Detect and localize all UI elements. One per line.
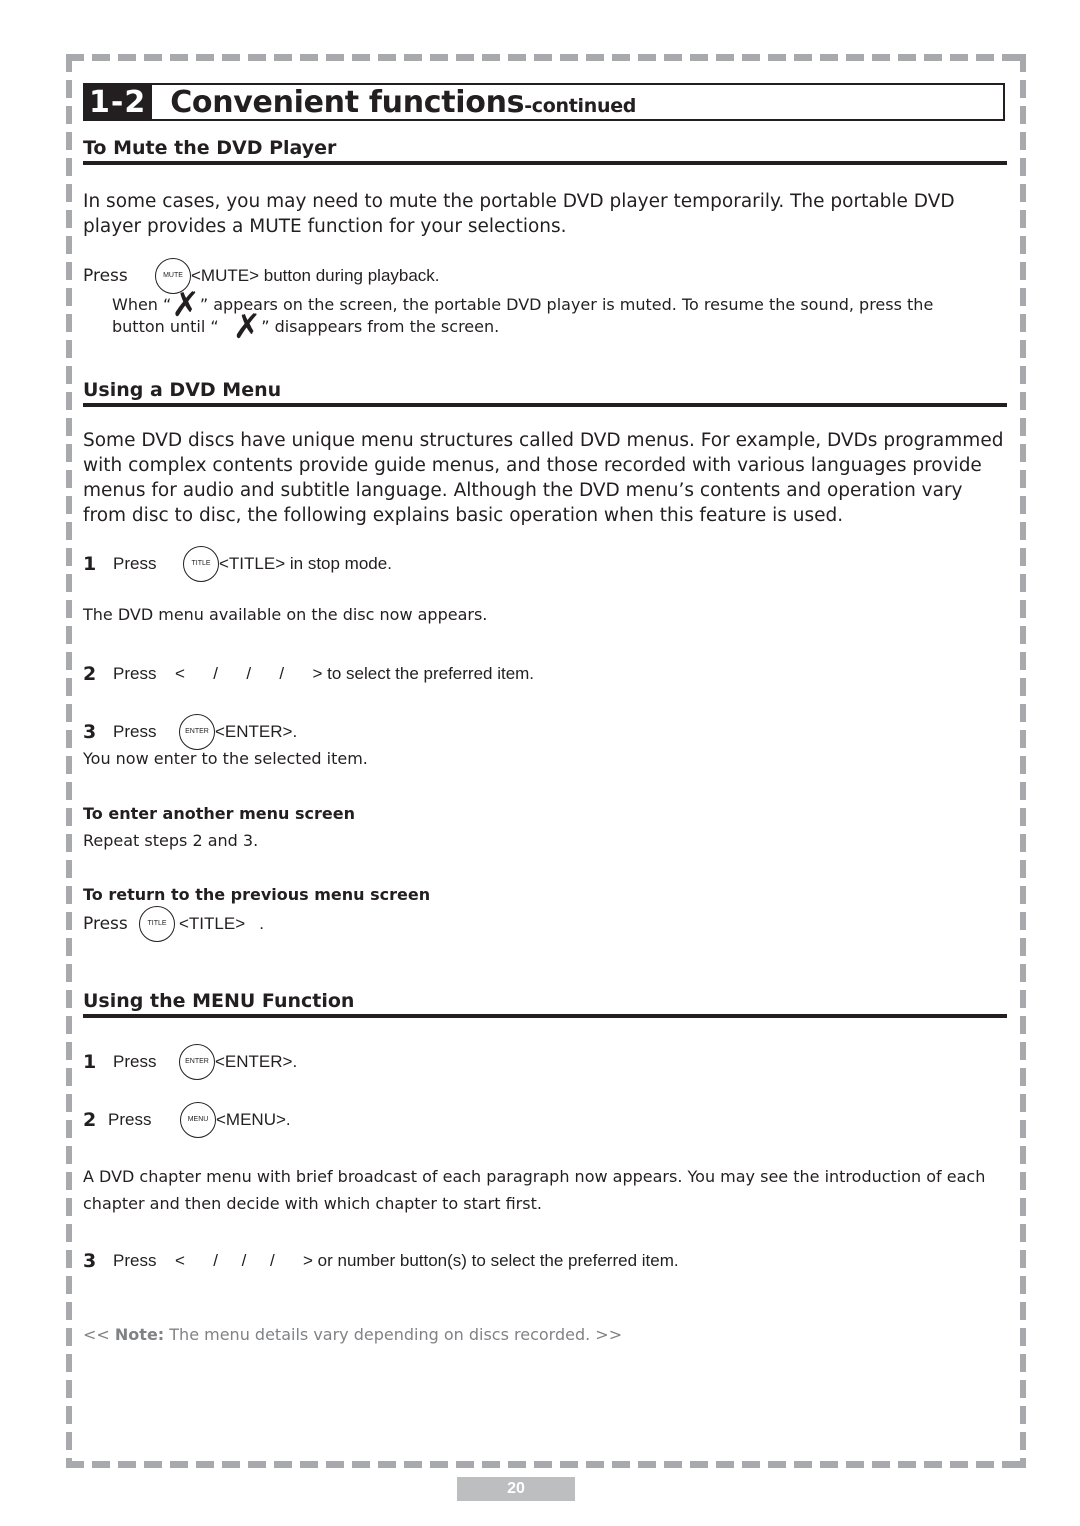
dvd-step-3: 3 Press ENTER <ENTER>. (83, 714, 297, 750)
press-label: Press (113, 664, 157, 683)
step-text: < / / / > to select the preferred item. (175, 664, 535, 683)
border-right (1020, 54, 1026, 1468)
press-label: Press (113, 722, 157, 741)
step-text: < / / / > or number button(s) to select … (175, 1251, 679, 1270)
page-title: Convenient functions-continued (170, 85, 636, 120)
section-heading-dvd-menu: Using a DVD Menu (83, 379, 1007, 407)
mute-intro: In some cases, you may need to mute the … (83, 191, 955, 237)
note-label: Note: (114, 1325, 165, 1344)
another-menu-heading: To enter another menu screen (83, 804, 355, 823)
title-button-icon: TITLE (183, 546, 219, 582)
chapter-header: 1-2 Convenient functions-continued (83, 83, 1005, 121)
dvd-step-3-result: You now enter to the selected item. (83, 749, 368, 768)
enter-button-icon: ENTER (179, 714, 215, 750)
return-text: <TITLE> . (179, 914, 265, 933)
mute-line-2: button until “ ✗” disappears from the scr… (112, 307, 500, 347)
step-number: 2 (83, 663, 97, 685)
page-number: 20 (457, 1477, 575, 1501)
menu-step-1: 1 Press ENTER <ENTER>. (83, 1044, 297, 1080)
dvd-menu-intro: Some DVD discs have unique menu structur… (83, 430, 1004, 526)
note-text: The menu details vary depending on discs… (169, 1325, 623, 1344)
press-label: Press (113, 1052, 157, 1071)
section-heading-mute: To Mute the DVD Player (83, 137, 1007, 165)
mute-line-2-end: ” disappears from the screen. (261, 317, 500, 336)
mute-line-1-start: When “ (112, 295, 172, 314)
return-menu-line: Press TITLE <TITLE> . (83, 906, 264, 942)
mute-press-text: <MUTE> button during playback. (191, 266, 440, 285)
dvd-step-1-result: The DVD menu available on the disc now a… (83, 605, 488, 624)
mute-line-2-start: button until “ (112, 317, 219, 336)
mute-symbol-icon: ✗ (171, 285, 200, 325)
title-subtitle: -continued (524, 94, 637, 117)
title-text: Convenient functions (170, 84, 525, 120)
press-label: Press (108, 1110, 152, 1129)
section-number: 1-2 (85, 85, 153, 120)
return-menu-heading: To return to the previous menu screen (83, 885, 431, 904)
dvd-step-2: 2 Press < / / / > to select the preferre… (83, 663, 534, 685)
step-number: 1 (83, 1051, 97, 1073)
step-text: <ENTER>. (215, 1052, 298, 1071)
press-label: Press (113, 554, 157, 573)
enter-button-icon: ENTER (179, 1044, 215, 1080)
border-top (66, 54, 1026, 61)
note-open: << (83, 1325, 110, 1344)
press-label: Press (83, 266, 128, 286)
menu-step-3: 3 Press < / / / > or number button(s) to… (83, 1250, 679, 1272)
step-text: <ENTER>. (215, 722, 298, 741)
step-text: <TITLE> in stop mode. (219, 554, 392, 573)
mute-line-1-end: ” appears on the screen, the portable DV… (199, 295, 934, 314)
step-number: 1 (83, 553, 97, 575)
menu-function-description: A DVD chapter menu with brief broadcast … (83, 1167, 986, 1213)
press-label: Press (113, 1251, 157, 1270)
menu-step-2: 2 Press MENU <MENU>. (83, 1102, 291, 1138)
mute-press-line: Press MUTE <MUTE> button during playback… (83, 258, 440, 294)
another-menu-text: Repeat steps 2 and 3. (83, 831, 259, 850)
section-heading-menu-function: Using the MENU Function (83, 990, 1007, 1018)
title-button-icon: TITLE (139, 906, 175, 942)
border-left (66, 54, 72, 1468)
step-number: 3 (83, 721, 97, 743)
note: << Note: The menu details vary depending… (83, 1325, 622, 1344)
step-number: 3 (83, 1250, 97, 1272)
mute-symbol-icon: ✗ (232, 307, 262, 347)
menu-button-icon: MENU (180, 1102, 216, 1138)
press-label: Press (83, 914, 128, 934)
border-bottom (66, 1461, 1026, 1468)
dvd-step-1: 1 Press TITLE <TITLE> in stop mode. (83, 546, 392, 582)
step-number: 2 (83, 1109, 97, 1131)
step-text: <MENU>. (216, 1110, 291, 1129)
